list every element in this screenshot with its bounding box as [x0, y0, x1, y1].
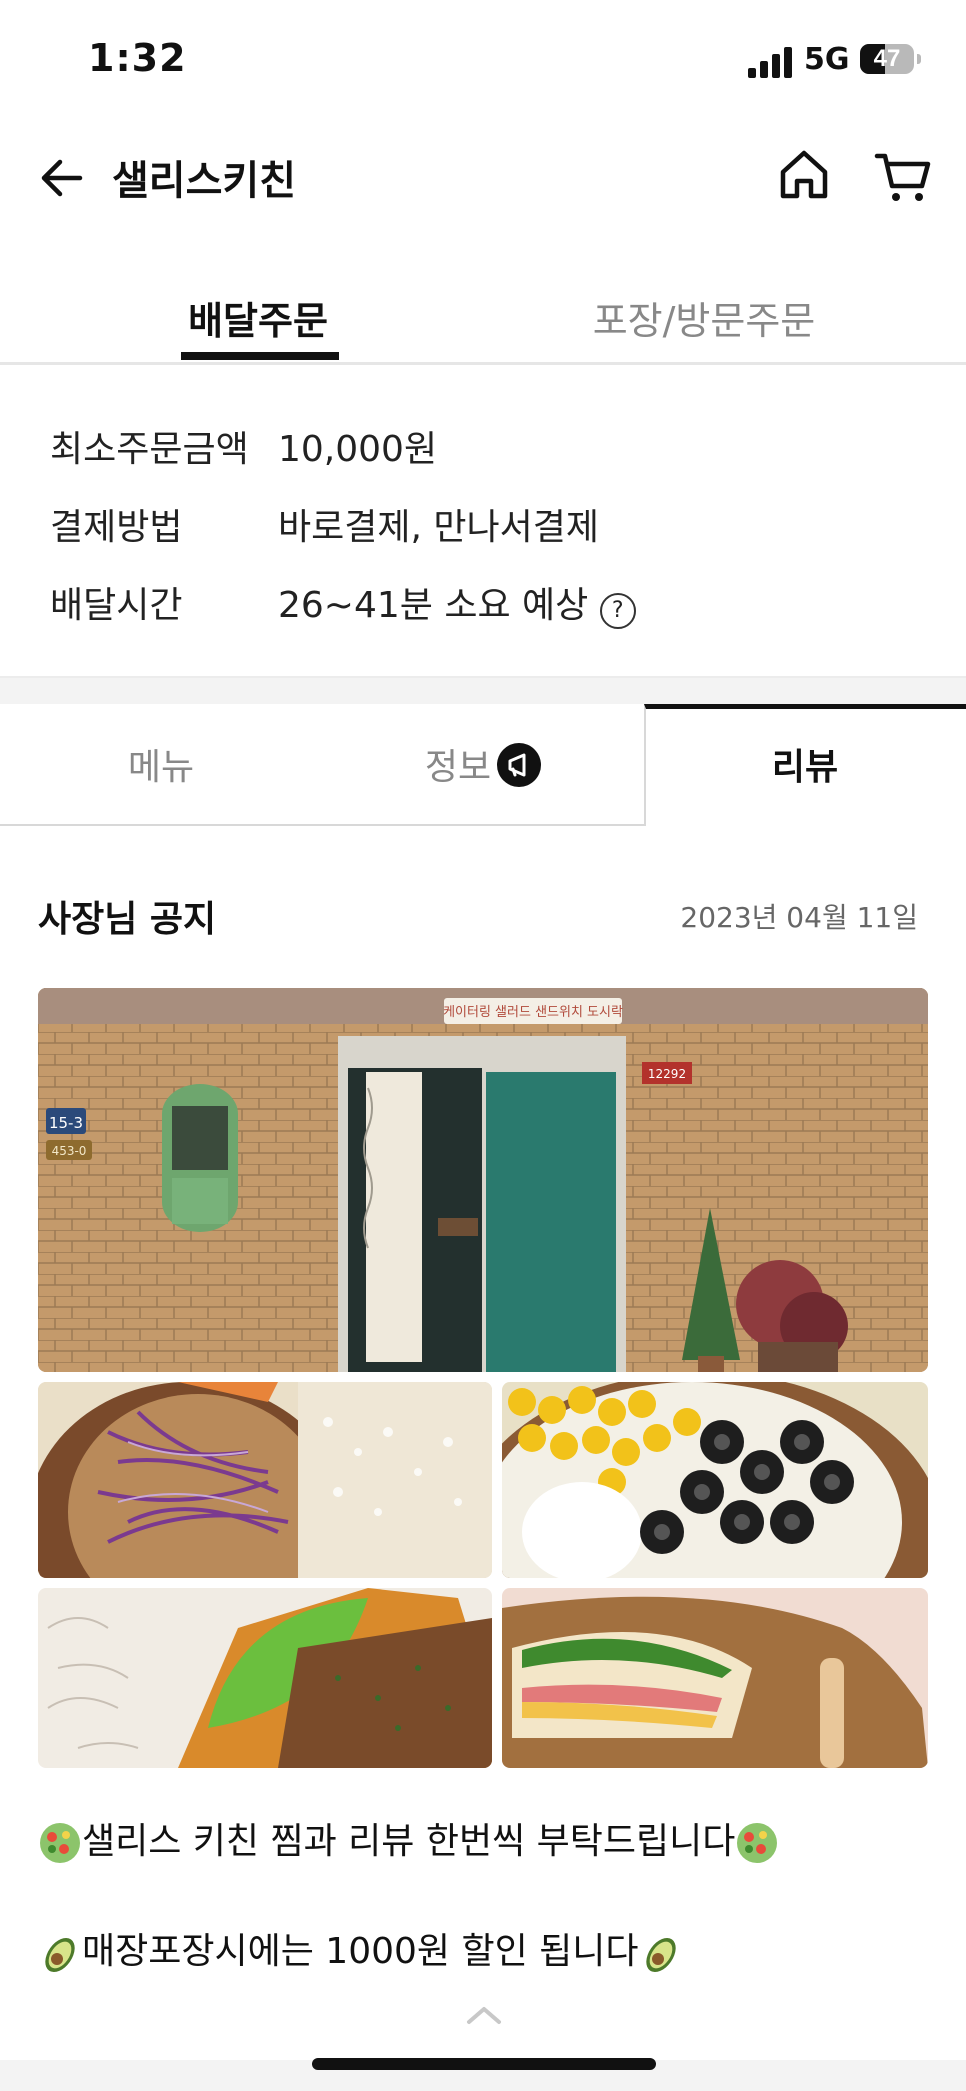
- sandwich-wrap-photo[interactable]: [38, 1588, 492, 1768]
- chevron-up-icon[interactable]: [466, 2004, 502, 2026]
- divider: [0, 362, 966, 365]
- payment-method-label: 결제방법: [50, 507, 183, 548]
- min-order-label: 최소주문금액: [50, 429, 249, 470]
- storefront-photo[interactable]: 케이터링 샐러드 샌드위치 도시락 15-3 453-0 12292: [38, 988, 928, 1372]
- notice-line-1-text: 샐리스 키친 찜과 리뷰 한번씩 부탁드립니다: [82, 1821, 736, 1862]
- home-indicator: [312, 2058, 656, 2070]
- tab-menu[interactable]: 메뉴: [0, 738, 322, 790]
- store-title: 샐리스키친: [112, 158, 296, 204]
- delivery-time-value: 26~41분 소요 예상: [278, 585, 589, 626]
- tab-delivery-order[interactable]: 배달주문: [0, 290, 516, 345]
- notice-title: 사장님 공지: [38, 899, 217, 940]
- storefront-sign: 케이터링 샐러드 샌드위치 도시락: [443, 1005, 623, 1020]
- avocado-emoji-icon: [645, 1937, 676, 1973]
- delivery-time-row: 26~41분 소요 예상 ?: [278, 576, 636, 629]
- battery-icon: 47: [860, 44, 914, 74]
- notice-line-1: 샐리스 키친 찜과 리뷰 한번씩 부탁드립니다: [38, 1812, 779, 1865]
- megaphone-icon: [497, 743, 542, 787]
- sandwich-basket-photo[interactable]: [502, 1588, 928, 1768]
- house-number-plate: 12292: [648, 1067, 686, 1081]
- home-icon[interactable]: [778, 148, 830, 202]
- tab-info[interactable]: 정보: [322, 738, 644, 791]
- delivery-time-label: 배달시간: [50, 585, 183, 626]
- active-tab-indicator: [181, 352, 339, 360]
- tab-info-label: 정보: [424, 747, 492, 788]
- salad-corn-olive-photo[interactable]: [502, 1382, 928, 1578]
- network-label: 5G: [804, 42, 850, 77]
- salad-cabbage-photo[interactable]: [38, 1382, 492, 1578]
- address-plate-small: 453-0: [52, 1144, 87, 1158]
- min-order-value: 10,000원: [278, 429, 438, 470]
- battery-tip: [917, 54, 921, 64]
- tab-review[interactable]: 리뷰: [644, 738, 966, 790]
- tab-pickup-order[interactable]: 포장/방문주문: [516, 290, 892, 345]
- back-arrow-icon[interactable]: [38, 154, 86, 202]
- salad-emoji-icon: [40, 1823, 80, 1863]
- signal-icon: [748, 46, 792, 78]
- help-icon[interactable]: ?: [599, 593, 636, 629]
- battery-level: 47: [873, 45, 901, 72]
- notice-date: 2023년 04월 11일: [680, 901, 918, 934]
- avocado-emoji-icon: [45, 1937, 75, 1973]
- notice-line-2: 매장포장시에는 1000원 할인 됩니다: [38, 1922, 683, 1975]
- salad-emoji-icon: [737, 1823, 778, 1863]
- notice-line-2-text: 매장포장시에는 1000원 할인 됩니다: [82, 1931, 639, 1972]
- payment-method-value: 바로결제, 만나서결제: [278, 507, 599, 548]
- tab-bar-divider: [0, 824, 646, 826]
- cart-icon[interactable]: [874, 150, 932, 204]
- status-time: 1:32: [88, 36, 187, 80]
- section-divider: [0, 676, 966, 706]
- address-plate: 15-3: [49, 1114, 83, 1132]
